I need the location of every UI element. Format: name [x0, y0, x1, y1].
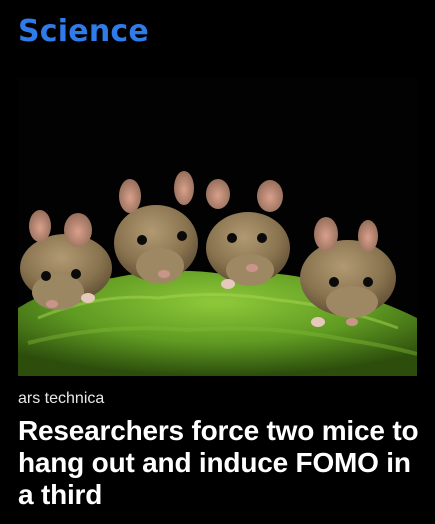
section-title[interactable]: Science — [18, 14, 149, 49]
article-image — [18, 78, 417, 376]
article-headline[interactable]: Researchers force two mice to hang out a… — [18, 415, 423, 511]
article-source: ars technica — [18, 390, 105, 407]
article-card[interactable]: ars technica Researchers force two mice … — [0, 78, 435, 524]
